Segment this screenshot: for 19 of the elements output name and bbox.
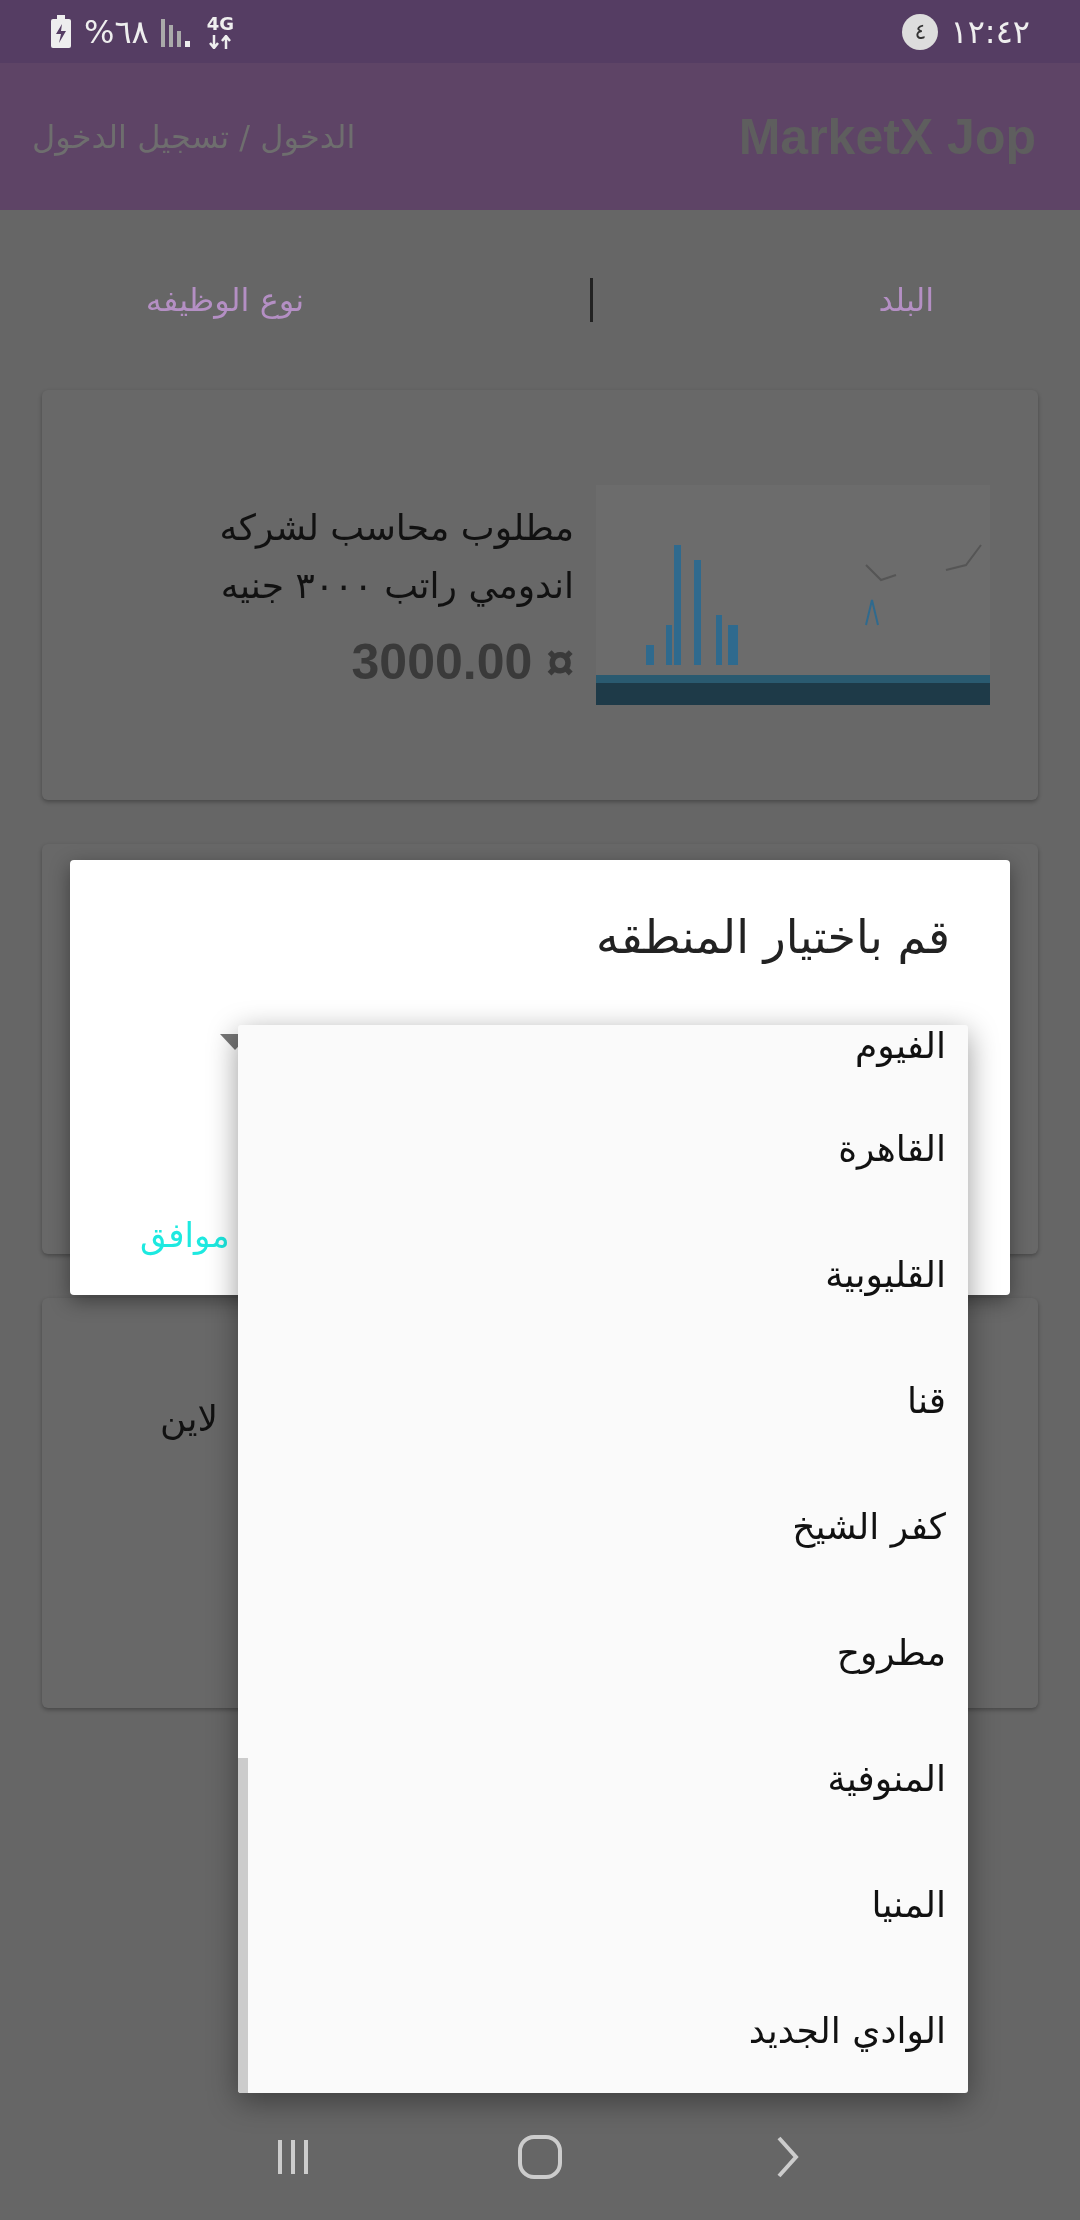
notification-badge: ٤	[902, 13, 939, 50]
scrollbar[interactable]	[238, 1758, 248, 2093]
dropdown-option[interactable]: المنوفية	[248, 1715, 968, 1841]
dropdown-option[interactable]: الوادي الجديد	[248, 1967, 968, 2093]
dropdown-option[interactable]: القاهرة	[248, 1085, 968, 1211]
job-title: لاين	[160, 1398, 218, 1439]
data-arrows-icon	[209, 34, 232, 49]
dropdown-option[interactable]: قنا	[248, 1337, 968, 1463]
clock: ١٢:٤٢	[950, 12, 1030, 51]
dropdown-option[interactable]: الفيوم	[248, 1025, 968, 1085]
network-type: 4G	[206, 14, 235, 33]
dropdown-option[interactable]: كفر الشيخ	[248, 1463, 968, 1589]
dropdown-option[interactable]: القليوبية	[248, 1211, 968, 1337]
battery-icon	[50, 14, 72, 49]
dialog-title: قم باختيار المنطقه	[595, 910, 950, 964]
dropdown-option[interactable]: مطروح	[248, 1589, 968, 1715]
job-title: مطلوب محاسب لشركه اندومي راتب ٣٠٠٠ جنيه	[218, 506, 574, 609]
dropdown-option[interactable]: المنيا	[248, 1841, 968, 1967]
battery-level: %٦٨	[84, 12, 149, 51]
